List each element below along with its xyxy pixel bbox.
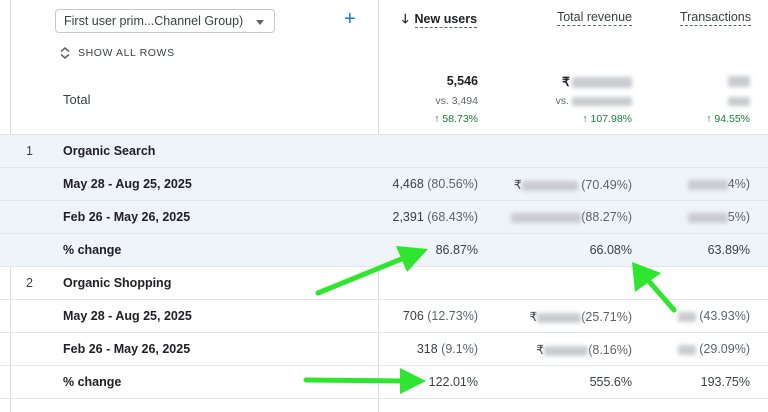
cell-new-users: 4,468 (80.56%) <box>393 177 479 191</box>
redacted-value <box>521 180 578 191</box>
redacted-value <box>537 312 582 323</box>
total-transactions-change: ↑ 94.55% <box>706 113 750 125</box>
cell-new-users: 318 (9.1%) <box>417 342 478 356</box>
value: 4,468 <box>392 177 424 191</box>
percent: (88.27%) <box>581 210 632 224</box>
cell-new-users-change: 122.01% <box>428 375 478 389</box>
table-row[interactable]: Feb 26 - May 26, 2025 318 (9.1%) ₹ (8.16%… <box>0 332 768 365</box>
total-new-users-previous: vs. 3,494 <box>435 95 478 107</box>
row-label: Organic Search <box>63 144 156 158</box>
row-label: Feb 26 - May 26, 2025 <box>63 342 191 356</box>
value: 2,391 <box>392 210 424 224</box>
vs-label: vs. <box>555 95 572 107</box>
percent: (12.73%) <box>427 309 478 323</box>
table-row-group[interactable]: 1 Organic Search <box>0 134 768 167</box>
cell-transactions: (43.93%) <box>677 309 750 323</box>
cell-revenue: ₹ (25.71%) <box>529 309 632 324</box>
cell-revenue: (88.27%) <box>511 210 632 224</box>
table-row-partial[interactable] <box>0 398 768 412</box>
row-label: May 28 - Aug 25, 2025 <box>63 309 192 323</box>
table-row-group[interactable]: 2 Organic Shopping <box>0 266 768 299</box>
column-header-total-revenue[interactable]: Total revenue <box>556 10 632 26</box>
total-transactions <box>728 74 750 88</box>
cell-revenue-change: 66.08% <box>589 243 632 257</box>
caret-down-icon <box>256 20 264 25</box>
table-row-change[interactable]: % change 122.01% 555.6% 193.75% <box>0 365 768 398</box>
column-header-transactions[interactable]: Transactions <box>679 10 751 26</box>
total-new-users-change: ↑ 58.73% <box>434 113 478 125</box>
percent: (80.56%) <box>427 177 478 191</box>
redacted-value <box>687 179 728 190</box>
cell-transactions-change: 193.75% <box>700 375 750 389</box>
table-row[interactable]: Feb 26 - May 26, 2025 2,391 (68.43%) (88… <box>0 200 768 233</box>
row-index: 1 <box>26 144 33 158</box>
percent: (8.16%) <box>588 343 632 357</box>
redacted-value <box>511 212 582 223</box>
table-row[interactable]: May 28 - Aug 25, 2025 706 (12.73%) ₹ (25.… <box>0 299 768 332</box>
total-label: Total <box>63 92 91 107</box>
redacted-value <box>572 77 632 89</box>
arrow-down-icon: 🡓 <box>402 12 409 26</box>
row-label: % change <box>63 375 122 389</box>
total-new-users: 5,546 <box>446 74 478 88</box>
redacted-value <box>677 311 696 322</box>
redacted-value <box>687 212 728 223</box>
row-label: Feb 26 - May 26, 2025 <box>63 210 191 224</box>
currency-symbol: ₹ <box>513 178 522 192</box>
row-label: % change <box>63 243 122 257</box>
total-revenue-change: ↑ 107.98% <box>582 113 632 125</box>
dimension-select-value: First user prim...Channel Group) <box>64 14 244 28</box>
column-header-label: New users <box>414 12 478 28</box>
redacted-value <box>677 344 696 355</box>
table-row[interactable]: May 28 - Aug 25, 2025 4,468 (80.56%) ₹ (… <box>0 167 768 200</box>
plus-icon[interactable]: + <box>344 8 356 30</box>
percent: (9.1%) <box>441 342 478 356</box>
redacted-value <box>728 76 750 88</box>
currency-symbol: ₹ <box>562 75 570 89</box>
total-revenue: ₹ <box>562 74 632 89</box>
column-header-label: Transactions <box>679 10 751 26</box>
row-index: 2 <box>26 276 33 290</box>
value: 318 <box>416 342 438 356</box>
redacted-value <box>544 345 589 356</box>
percent: (29.09%) <box>699 342 750 356</box>
redacted-value <box>572 96 632 106</box>
report-table: First user prim...Channel Group) + SHOW … <box>0 0 768 412</box>
total-transactions-previous <box>728 95 750 107</box>
currency-symbol: ₹ <box>536 343 545 357</box>
percent: (43.93%) <box>699 309 750 323</box>
cell-transactions: 4%) <box>687 177 750 191</box>
redacted-value <box>728 96 750 106</box>
unfold-icon <box>60 47 70 59</box>
cell-new-users: 2,391 (68.43%) <box>393 210 479 224</box>
currency-symbol: ₹ <box>529 310 538 324</box>
value: 706 <box>402 309 424 323</box>
cell-transactions-change: 63.89% <box>707 243 750 257</box>
column-header-label: Total revenue <box>556 10 632 26</box>
percent: 4%) <box>727 177 750 191</box>
cell-new-users: 706 (12.73%) <box>403 309 478 323</box>
total-revenue-previous: vs. <box>556 95 632 107</box>
cell-revenue: ₹ (8.16%) <box>536 342 632 357</box>
show-all-rows-button[interactable]: SHOW ALL ROWS <box>60 47 175 59</box>
percent: (70.49%) <box>581 178 632 192</box>
percent: (68.43%) <box>427 210 478 224</box>
table-row-change[interactable]: % change 86.87% 66.08% 63.89% <box>0 233 768 266</box>
cell-new-users-change: 86.87% <box>435 243 478 257</box>
percent: 5%) <box>727 210 750 224</box>
cell-revenue: ₹ (70.49%) <box>514 177 632 192</box>
dimension-select[interactable]: First user prim...Channel Group) <box>55 9 275 33</box>
row-label: Organic Shopping <box>63 276 172 290</box>
column-header-new-users[interactable]: 🡓 New users <box>402 10 478 31</box>
percent: (25.71%) <box>581 310 632 324</box>
show-all-rows-label: SHOW ALL ROWS <box>78 47 175 59</box>
cell-transactions: (29.09%) <box>677 342 750 356</box>
cell-transactions: 5%) <box>687 210 750 224</box>
row-label: May 28 - Aug 25, 2025 <box>63 177 192 191</box>
cell-revenue-change: 555.6% <box>589 375 632 389</box>
